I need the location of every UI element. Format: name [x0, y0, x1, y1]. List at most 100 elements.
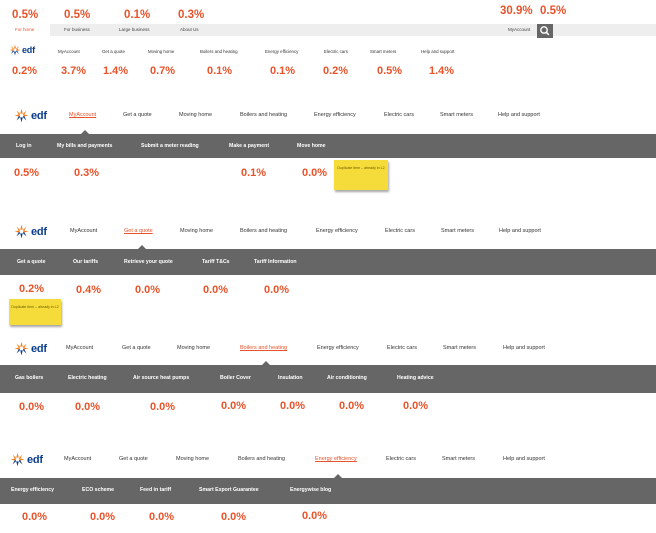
pct-nav-boilers: 0.1%: [207, 65, 233, 77]
top-link-myaccount[interactable]: MyAccount: [508, 27, 530, 33]
nav-myaccount[interactable]: MyAccount: [70, 228, 97, 235]
top-link-for-home[interactable]: For home: [15, 27, 34, 33]
nav-help-support[interactable]: Help and support: [421, 49, 454, 54]
subnav-bar-get-a-quote: [0, 249, 656, 275]
pct-about-us: 0.3%: [178, 9, 205, 21]
nav-smart-meters[interactable]: Smart meters: [443, 345, 476, 352]
nav-electric-cars[interactable]: Electric cars: [385, 228, 415, 235]
nav-get-a-quote[interactable]: Get a quote: [119, 456, 148, 463]
pct-logo: 0.2%: [12, 65, 38, 77]
nav-boilers-heating[interactable]: Boilers and heating: [240, 112, 287, 119]
search-icon: [540, 26, 550, 36]
brand-name: edf: [31, 342, 47, 355]
nav-boilers-heating[interactable]: Boilers and heating: [240, 228, 287, 235]
nav-electric-cars[interactable]: Electric cars: [324, 49, 348, 54]
subnav-get-a-quote[interactable]: Get a quote: [17, 259, 46, 265]
subnav-energywise-blog[interactable]: Energywise blog: [290, 487, 331, 493]
nav-help-support[interactable]: Help and support: [498, 112, 540, 119]
subnav-heating-advice[interactable]: Heating advice: [397, 375, 434, 381]
pct-make-payment: 0.1%: [241, 167, 267, 179]
nav-moving-home[interactable]: Moving home: [177, 345, 210, 352]
pct-nav-myaccount: 3.7%: [61, 65, 87, 77]
pct-our-tariffs: 0.4%: [76, 284, 102, 296]
pct-myaccount-top: 30.9%: [500, 5, 533, 17]
pct-nav-energy: 0.1%: [270, 65, 296, 77]
search-button[interactable]: [537, 24, 553, 38]
nav-moving-home[interactable]: Moving home: [179, 112, 212, 119]
subnav-tariff-information[interactable]: Tariff Information: [254, 259, 297, 265]
subnav-boiler-cover[interactable]: Boiler Cover: [220, 375, 251, 381]
subnav-make-payment[interactable]: Make a payment: [229, 143, 269, 149]
nav-help-support[interactable]: Help and support: [503, 456, 545, 463]
edf-logo[interactable]: edf: [9, 44, 35, 56]
edf-logo[interactable]: edf: [10, 452, 43, 467]
nav-energy-efficiency[interactable]: Energy efficiency: [317, 345, 359, 352]
nav-smart-meters[interactable]: Smart meters: [441, 228, 474, 235]
subnav-smart-export[interactable]: Smart Export Guarantee: [199, 487, 259, 493]
top-link-large-business[interactable]: Large business: [119, 27, 150, 33]
nav-get-a-quote[interactable]: Get a quote: [122, 345, 151, 352]
pct-move-home: 0.0%: [302, 167, 328, 179]
nav-moving-home[interactable]: Moving home: [180, 228, 213, 235]
subnav-insulation[interactable]: Insulation: [278, 375, 303, 381]
nav-get-a-quote[interactable]: Get a quote: [124, 228, 153, 235]
nav-electric-cars[interactable]: Electric cars: [384, 112, 414, 119]
pct-heating-advice: 0.0%: [403, 400, 429, 412]
nav-moving-home[interactable]: Moving home: [148, 49, 174, 54]
sticky-note: Duplicate item – already in L2: [9, 299, 61, 325]
nav-smart-meters[interactable]: Smart meters: [442, 456, 475, 463]
brand-name: edf: [27, 453, 43, 466]
nav-boilers-heating[interactable]: Boilers and heating: [238, 456, 285, 463]
nav-get-a-quote[interactable]: Get a quote: [123, 112, 152, 119]
nav-energy-efficiency[interactable]: Energy efficiency: [265, 49, 298, 54]
subnav-gas-boilers[interactable]: Gas boilers: [15, 375, 43, 381]
nav-myaccount[interactable]: MyAccount: [58, 49, 80, 54]
nav-boilers-heating[interactable]: Boilers and heating: [200, 49, 238, 54]
nav-moving-home[interactable]: Moving home: [176, 456, 209, 463]
subnav-tariff-tcs[interactable]: Tariff T&Cs: [202, 259, 230, 265]
subnav-electric-heating[interactable]: Electric heating: [68, 375, 107, 381]
nav-energy-efficiency[interactable]: Energy efficiency: [314, 112, 356, 119]
nav-help-support[interactable]: Help and support: [503, 345, 545, 352]
nav-help-support[interactable]: Help and support: [499, 228, 541, 235]
nav-myaccount[interactable]: MyAccount: [69, 112, 96, 119]
subnav-bills-payments[interactable]: My bills and payments: [57, 143, 112, 149]
pct-boiler-cover: 0.0%: [221, 400, 247, 412]
nav-smart-meters[interactable]: Smart meters: [370, 49, 396, 54]
pct-bills-payments: 0.3%: [74, 167, 100, 179]
pct-energywise-blog: 0.0%: [302, 510, 328, 522]
top-link-about-us[interactable]: About Us: [180, 27, 199, 33]
subnav-feed-in-tariff[interactable]: Feed in tariff: [140, 487, 171, 493]
subnav-retrieve-quote[interactable]: Retrieve your quote: [124, 259, 173, 265]
pct-nav-help: 1.4%: [429, 65, 455, 77]
subnav-log-in[interactable]: Log in: [16, 143, 32, 149]
subnav-heat-pumps[interactable]: Air source heat pumps: [133, 375, 189, 381]
pct-nav-electric: 0.2%: [323, 65, 349, 77]
subnav-energy-efficiency[interactable]: Energy efficiency: [11, 487, 54, 493]
nav-electric-cars[interactable]: Electric cars: [387, 345, 417, 352]
edf-logo-icon: [14, 224, 29, 239]
top-link-for-business[interactable]: For business: [64, 27, 90, 33]
nav-energy-efficiency[interactable]: Energy efficiency: [316, 228, 358, 235]
subnav-meter-reading[interactable]: Submit a meter reading: [141, 143, 199, 149]
nav-myaccount[interactable]: MyAccount: [64, 456, 91, 463]
top-utility-bar: [0, 24, 656, 36]
subnav-air-conditioning[interactable]: Air conditioning: [327, 375, 367, 381]
pct-energy-efficiency-sub: 0.0%: [22, 511, 48, 523]
pct-search: 0.5%: [540, 5, 567, 17]
nav-get-a-quote[interactable]: Get a quote: [102, 49, 125, 54]
edf-logo[interactable]: edf: [14, 108, 47, 123]
nav-smart-meters[interactable]: Smart meters: [440, 112, 473, 119]
subnav-move-home[interactable]: Move home: [297, 143, 326, 149]
nav-myaccount[interactable]: MyAccount: [66, 345, 93, 352]
edf-logo[interactable]: edf: [14, 224, 47, 239]
nav-energy-efficiency[interactable]: Energy efficiency: [315, 456, 357, 463]
pct-feed-in-tariff: 0.0%: [149, 511, 175, 523]
subnav-eco-scheme[interactable]: ECO scheme: [82, 487, 114, 493]
subnav-our-tariffs[interactable]: Our tariffs: [73, 259, 98, 265]
pct-air-conditioning: 0.0%: [339, 400, 365, 412]
edf-logo[interactable]: edf: [14, 341, 47, 356]
nav-boilers-heating[interactable]: Boilers and heating: [240, 345, 287, 352]
nav-electric-cars[interactable]: Electric cars: [386, 456, 416, 463]
pct-electric-heating: 0.0%: [75, 401, 101, 413]
